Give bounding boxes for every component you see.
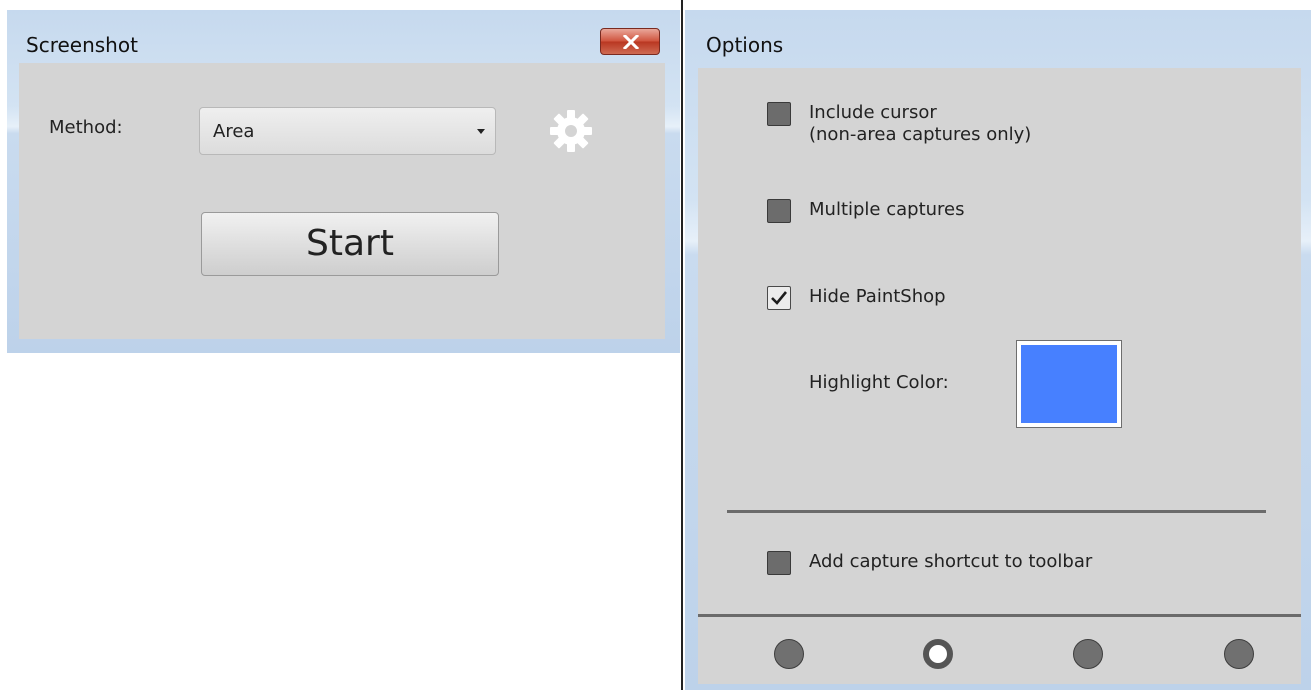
- screenshot-window-title: Screenshot: [26, 33, 138, 57]
- start-button[interactable]: Start: [201, 212, 499, 276]
- pager-dot-2[interactable]: [923, 639, 953, 669]
- pager-dot-3[interactable]: [1073, 639, 1103, 669]
- include-cursor-checkbox[interactable]: [767, 102, 791, 126]
- options-separator: [727, 510, 1266, 513]
- multiple-captures-checkbox[interactable]: [767, 199, 791, 223]
- close-button[interactable]: [600, 28, 660, 55]
- multiple-captures-label: Multiple captures: [809, 199, 965, 220]
- highlight-color-label: Highlight Color:: [809, 372, 949, 393]
- method-dropdown[interactable]: Area: [199, 107, 496, 155]
- pager-separator: [698, 614, 1301, 617]
- add-shortcut-label: Add capture shortcut to toolbar: [809, 551, 1093, 572]
- include-cursor-label-line2: (non-area captures only): [809, 124, 1032, 145]
- include-cursor-label: Include cursor (non-area captures only): [809, 102, 1031, 146]
- close-icon: [623, 35, 639, 49]
- highlight-color-swatch[interactable]: [1016, 340, 1122, 428]
- window-divider: [681, 0, 683, 690]
- add-shortcut-checkbox[interactable]: [767, 551, 791, 575]
- checkmark-icon: [771, 291, 788, 305]
- options-window-title: Options: [706, 33, 784, 57]
- method-label: Method:: [49, 117, 123, 138]
- include-cursor-label-line1: Include cursor: [809, 102, 937, 123]
- hide-paintshop-label: Hide PaintShop: [809, 286, 946, 307]
- hide-paintshop-checkbox[interactable]: [767, 286, 791, 310]
- pager-dot-1[interactable]: [774, 639, 804, 669]
- highlight-color-fill: [1021, 345, 1117, 423]
- pager-dot-4[interactable]: [1224, 639, 1254, 669]
- screenshot-panel: [19, 63, 665, 339]
- chevron-down-icon: [477, 129, 485, 134]
- options-panel: [698, 68, 1301, 684]
- method-dropdown-value: Area: [213, 121, 255, 142]
- gear-icon[interactable]: [548, 108, 594, 154]
